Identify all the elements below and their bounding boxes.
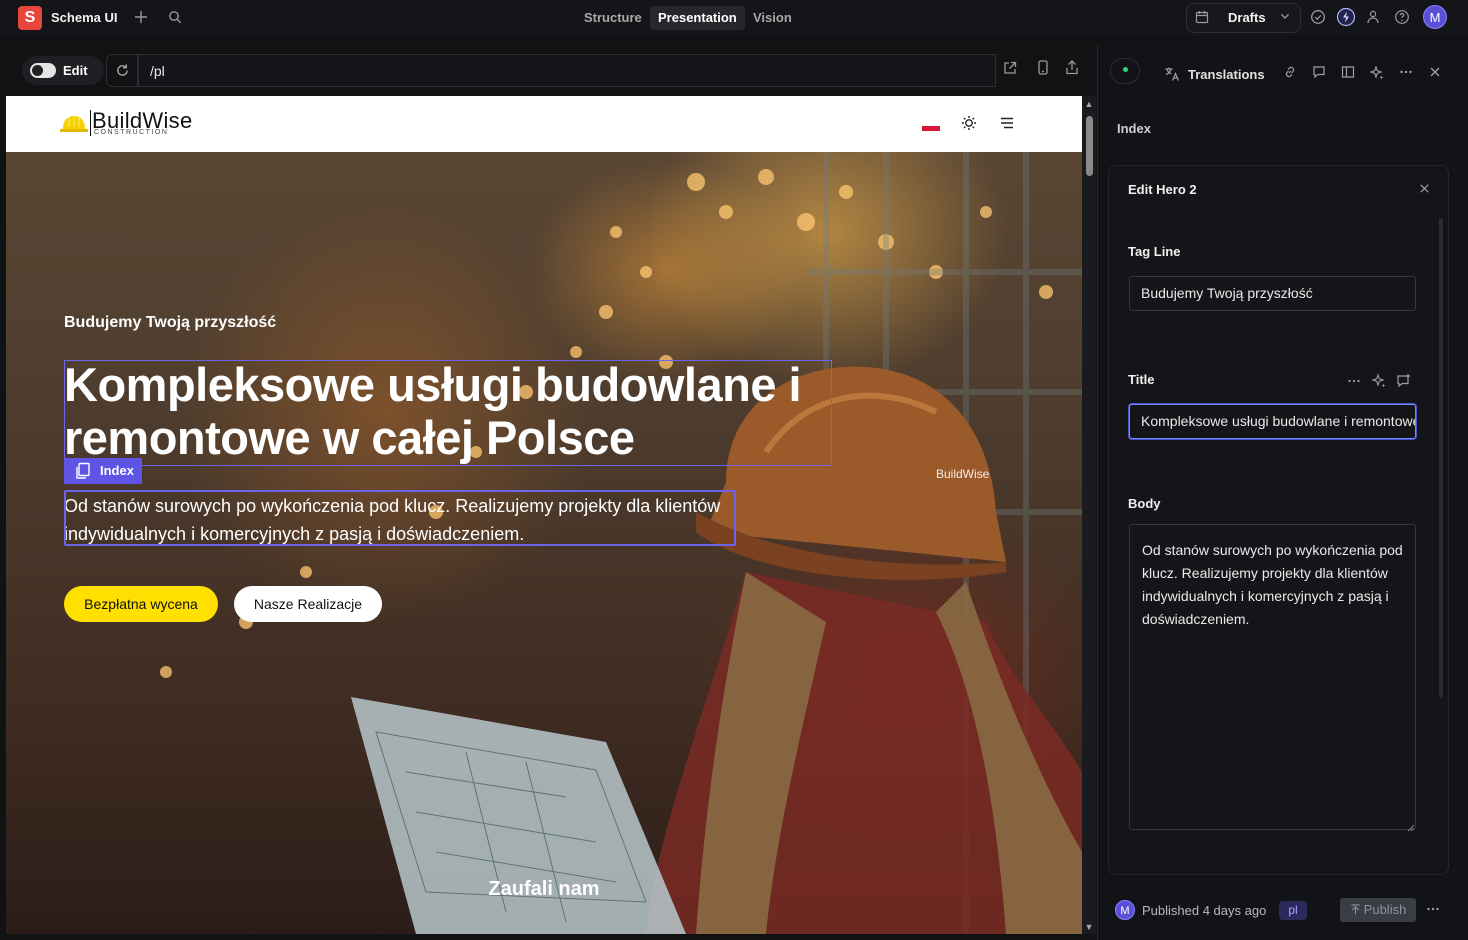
poland-flag-icon[interactable]	[922, 121, 940, 131]
panel-layout-icon[interactable]	[1339, 65, 1357, 83]
url-bar[interactable]	[138, 54, 996, 87]
published-status: Published 4 days ago	[1142, 903, 1267, 918]
selection-outline-body	[64, 490, 736, 546]
plus-icon[interactable]	[132, 10, 150, 28]
tab-presentation[interactable]: Presentation	[650, 6, 745, 30]
chevron-down-icon	[1277, 10, 1293, 26]
title-ai-sparkle-icon[interactable]	[1370, 373, 1388, 393]
url-input[interactable]: /pl	[150, 63, 165, 79]
top-bar: S Schema UI Structure Presentation Visio…	[0, 0, 1468, 36]
title-input[interactable]: Kompleksowe usługi budowlane i remontowe…	[1129, 404, 1416, 439]
title-more-icon[interactable]	[1345, 374, 1363, 392]
free-quote-button[interactable]: Bezpłatna wycena	[64, 586, 218, 622]
link-icon[interactable]	[1281, 65, 1299, 83]
calendar-icon	[1194, 10, 1210, 28]
form-scrollbar[interactable]	[1439, 218, 1443, 698]
menu-icon[interactable]	[998, 115, 1016, 135]
body-textarea[interactable]: Od stanów surowych po wykończenia pod kl…	[1129, 524, 1416, 830]
site-brand-sub: CONSTRUCTION	[94, 129, 169, 136]
trusted-heading: Zaufali nam	[488, 878, 600, 900]
status-dot	[1123, 67, 1128, 72]
edit-switch-knob	[32, 65, 43, 76]
search-icon[interactable]	[166, 10, 184, 28]
publish-label: Publish	[1363, 902, 1407, 917]
resize-handle-icon[interactable]	[1405, 819, 1415, 832]
publish-upload-icon	[1351, 904, 1360, 915]
language-badge[interactable]: pl	[1279, 901, 1307, 920]
title-label: Title	[1128, 372, 1155, 387]
svg-text:BuildWise: BuildWise	[936, 467, 990, 481]
publish-button[interactable]: Publish	[1340, 898, 1416, 922]
translate-icon	[1163, 66, 1181, 86]
body-label: Body	[1128, 496, 1161, 511]
reload-button[interactable]	[106, 54, 138, 87]
hero-tagline[interactable]: Budujemy Twoją przyszłość	[64, 314, 276, 332]
close-panel-icon[interactable]	[1426, 65, 1444, 83]
translations-button[interactable]: Translations	[1188, 67, 1265, 82]
bolt-icon[interactable]	[1336, 7, 1356, 31]
check-circle-icon[interactable]	[1309, 9, 1327, 29]
more-options-icon[interactable]	[1397, 65, 1415, 83]
title-comment-icon[interactable]	[1395, 373, 1413, 393]
preview-scrollbar[interactable]	[1082, 96, 1096, 934]
help-icon[interactable]	[1393, 9, 1411, 29]
tab-structure[interactable]: Structure	[576, 6, 650, 30]
brand-divider	[90, 110, 91, 136]
users-icon[interactable]	[1364, 9, 1382, 29]
breadcrumb[interactable]: Index	[1117, 121, 1151, 136]
site-header: BuildWise CONSTRUCTION	[6, 96, 1082, 152]
site-preview: BuildWise BuildWise CONSTRUCTION Budujem…	[6, 96, 1082, 934]
open-external-icon[interactable]	[996, 54, 1024, 87]
tag-line-input[interactable]: Budujemy Twoją przyszłość	[1129, 276, 1416, 311]
close-form-icon[interactable]	[1415, 181, 1433, 199]
app-logo[interactable]: S	[18, 6, 42, 30]
user-avatar[interactable]: M	[1423, 5, 1447, 29]
mobile-preview-icon[interactable]	[1029, 54, 1057, 87]
app-title: Schema UI	[51, 10, 118, 25]
helmet-logo-icon	[60, 116, 88, 132]
scroll-down-icon[interactable]: ▼	[1082, 922, 1096, 932]
comment-icon[interactable]	[1310, 65, 1328, 83]
tag-line-label: Tag Line	[1128, 244, 1181, 259]
form-title: Edit Hero 2	[1128, 182, 1197, 197]
our-projects-button[interactable]: Nasze Realizacje	[234, 586, 382, 622]
footer-more-icon[interactable]	[1424, 902, 1442, 920]
drafts-label: Drafts	[1228, 10, 1266, 25]
edit-label: Edit	[63, 63, 88, 78]
publisher-avatar: M	[1115, 900, 1135, 920]
sparkle-icon[interactable]	[1368, 65, 1386, 85]
scroll-up-icon[interactable]: ▲	[1082, 99, 1096, 109]
theme-toggle-icon[interactable]	[960, 115, 978, 135]
selection-outline-title	[64, 360, 832, 466]
share-icon[interactable]	[1058, 54, 1086, 87]
tab-vision[interactable]: Vision	[745, 6, 800, 30]
copy-icon	[76, 462, 90, 479]
preview-scrollbar-thumb[interactable]	[1086, 116, 1093, 176]
